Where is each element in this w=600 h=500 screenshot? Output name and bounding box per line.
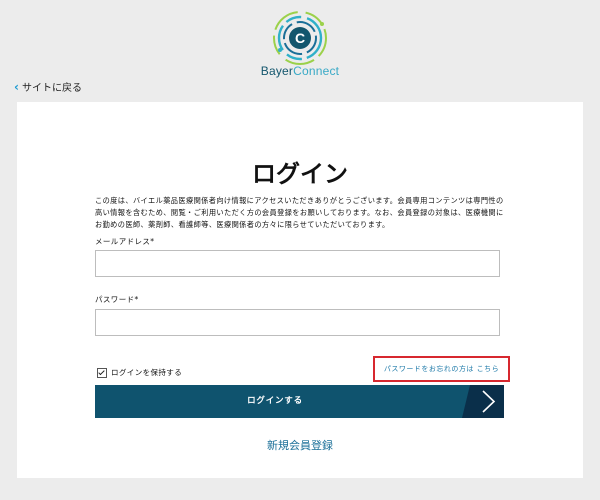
login-button-label: ログインする — [247, 396, 303, 406]
forgot-password-link[interactable]: パスワードをお忘れの方は こちら — [373, 356, 510, 382]
remember-login-label: ログインを保持する — [111, 368, 183, 377]
register-link[interactable]: 新規会員登録 — [17, 437, 583, 453]
back-to-site-link[interactable]: ‹ サイトに戻る — [14, 79, 82, 95]
email-label: メールアドレス* — [95, 237, 155, 246]
checkbox-icon[interactable] — [97, 367, 107, 378]
bayer-connect-logo-icon: C — [272, 10, 328, 66]
password-field[interactable] — [95, 309, 500, 336]
chevron-left-icon: ‹ — [14, 79, 19, 94]
login-card: ログイン この度は、バイエル薬品医療関係者向け情報にアクセスいただきありがとうご… — [17, 102, 583, 478]
brand-name-part2: Connect — [293, 64, 340, 78]
chevron-right-icon — [482, 390, 496, 413]
logo-letter: C — [295, 30, 305, 46]
remember-login-checkbox[interactable]: ログインを保持する — [97, 367, 182, 378]
email-field[interactable] — [95, 250, 500, 277]
back-to-site-label: サイトに戻る — [21, 83, 82, 94]
page-title: ログイン — [252, 160, 348, 188]
brand-name-part1: Bayer — [260, 64, 294, 78]
password-label: パスワード* — [95, 295, 139, 304]
login-button[interactable]: ログインする — [95, 385, 504, 418]
intro-text: この度は、バイエル薬品医療関係者向け情報にアクセスいただきありがとうございます。… — [95, 196, 504, 229]
brand-name: BayerConnect — [0, 64, 600, 78]
